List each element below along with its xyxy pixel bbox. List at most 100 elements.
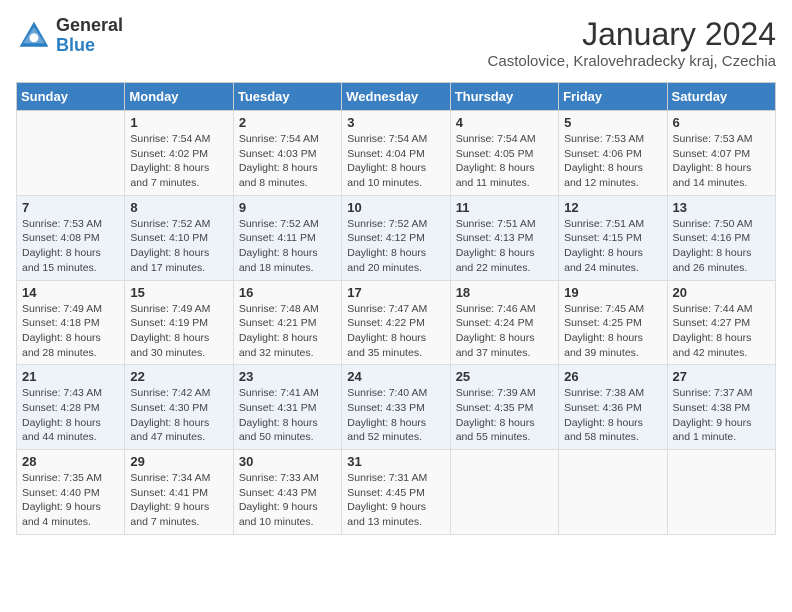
- day-info: Sunrise: 7:52 AM Sunset: 4:10 PM Dayligh…: [130, 217, 227, 276]
- day-number: 11: [456, 200, 553, 215]
- day-info: Sunrise: 7:49 AM Sunset: 4:18 PM Dayligh…: [22, 302, 119, 361]
- day-number: 5: [564, 115, 661, 130]
- weekday-header-monday: Monday: [125, 83, 233, 111]
- calendar-cell: 28 Sunrise: 7:35 AM Sunset: 4:40 PM Dayli…: [17, 450, 125, 535]
- day-info: Sunrise: 7:33 AM Sunset: 4:43 PM Dayligh…: [239, 471, 336, 530]
- day-number: 31: [347, 454, 444, 469]
- day-number: 2: [239, 115, 336, 130]
- logo-general: General: [56, 16, 123, 36]
- day-number: 21: [22, 369, 119, 384]
- calendar-cell: 6 Sunrise: 7:53 AM Sunset: 4:07 PM Daylig…: [667, 111, 775, 196]
- calendar-cell: 16 Sunrise: 7:48 AM Sunset: 4:21 PM Dayli…: [233, 280, 341, 365]
- calendar-cell: 2 Sunrise: 7:54 AM Sunset: 4:03 PM Daylig…: [233, 111, 341, 196]
- calendar-cell: 23 Sunrise: 7:41 AM Sunset: 4:31 PM Dayli…: [233, 365, 341, 450]
- day-number: 7: [22, 200, 119, 215]
- day-number: 27: [673, 369, 770, 384]
- day-number: 3: [347, 115, 444, 130]
- calendar-week-4: 21 Sunrise: 7:43 AM Sunset: 4:28 PM Dayli…: [17, 365, 776, 450]
- day-number: 6: [673, 115, 770, 130]
- day-info: Sunrise: 7:35 AM Sunset: 4:40 PM Dayligh…: [22, 471, 119, 530]
- weekday-header-tuesday: Tuesday: [233, 83, 341, 111]
- day-info: Sunrise: 7:52 AM Sunset: 4:12 PM Dayligh…: [347, 217, 444, 276]
- day-info: Sunrise: 7:54 AM Sunset: 4:02 PM Dayligh…: [130, 132, 227, 191]
- day-info: Sunrise: 7:31 AM Sunset: 4:45 PM Dayligh…: [347, 471, 444, 530]
- day-info: Sunrise: 7:44 AM Sunset: 4:27 PM Dayligh…: [673, 302, 770, 361]
- day-info: Sunrise: 7:39 AM Sunset: 4:35 PM Dayligh…: [456, 386, 553, 445]
- day-number: 10: [347, 200, 444, 215]
- day-number: 13: [673, 200, 770, 215]
- day-info: Sunrise: 7:43 AM Sunset: 4:28 PM Dayligh…: [22, 386, 119, 445]
- day-info: Sunrise: 7:54 AM Sunset: 4:05 PM Dayligh…: [456, 132, 553, 191]
- weekday-header-row: SundayMondayTuesdayWednesdayThursdayFrid…: [17, 83, 776, 111]
- weekday-header-thursday: Thursday: [450, 83, 558, 111]
- calendar-week-3: 14 Sunrise: 7:49 AM Sunset: 4:18 PM Dayli…: [17, 280, 776, 365]
- day-info: Sunrise: 7:51 AM Sunset: 4:15 PM Dayligh…: [564, 217, 661, 276]
- day-info: Sunrise: 7:47 AM Sunset: 4:22 PM Dayligh…: [347, 302, 444, 361]
- day-number: 20: [673, 285, 770, 300]
- day-info: Sunrise: 7:42 AM Sunset: 4:30 PM Dayligh…: [130, 386, 227, 445]
- calendar-week-2: 7Sunrise: 7:53 AM Sunset: 4:08 PM Daylig…: [17, 195, 776, 280]
- day-number: 19: [564, 285, 661, 300]
- calendar-cell: 14 Sunrise: 7:49 AM Sunset: 4:18 PM Dayli…: [17, 280, 125, 365]
- calendar-cell: 1 Sunrise: 7:54 AM Sunset: 4:02 PM Daylig…: [125, 111, 233, 196]
- calendar-cell: 18 Sunrise: 7:46 AM Sunset: 4:24 PM Dayli…: [450, 280, 558, 365]
- day-number: 12: [564, 200, 661, 215]
- day-number: 18: [456, 285, 553, 300]
- day-number: 16: [239, 285, 336, 300]
- day-info: Sunrise: 7:40 AM Sunset: 4:33 PM Dayligh…: [347, 386, 444, 445]
- day-number: 4: [456, 115, 553, 130]
- calendar-cell: 24 Sunrise: 7:40 AM Sunset: 4:33 PM Dayli…: [342, 365, 450, 450]
- calendar-week-1: 1 Sunrise: 7:54 AM Sunset: 4:02 PM Daylig…: [17, 111, 776, 196]
- day-number: 25: [456, 369, 553, 384]
- calendar-week-5: 28 Sunrise: 7:35 AM Sunset: 4:40 PM Dayli…: [17, 450, 776, 535]
- calendar-cell: 4 Sunrise: 7:54 AM Sunset: 4:05 PM Daylig…: [450, 111, 558, 196]
- day-info: Sunrise: 7:52 AM Sunset: 4:11 PM Dayligh…: [239, 217, 336, 276]
- calendar-cell: 22Sunrise: 7:42 AM Sunset: 4:30 PM Dayli…: [125, 365, 233, 450]
- weekday-header-wednesday: Wednesday: [342, 83, 450, 111]
- location: Castolovice, Kralovehradecky kraj, Czech…: [488, 53, 776, 70]
- day-info: Sunrise: 7:48 AM Sunset: 4:21 PM Dayligh…: [239, 302, 336, 361]
- day-number: 9: [239, 200, 336, 215]
- day-number: 8: [130, 200, 227, 215]
- logo-blue: Blue: [56, 36, 123, 56]
- weekday-header-friday: Friday: [559, 83, 667, 111]
- calendar-cell: 5 Sunrise: 7:53 AM Sunset: 4:06 PM Daylig…: [559, 111, 667, 196]
- calendar-cell: [450, 450, 558, 535]
- logo-icon: [16, 18, 52, 54]
- day-number: 14: [22, 285, 119, 300]
- calendar-cell: 17Sunrise: 7:47 AM Sunset: 4:22 PM Dayli…: [342, 280, 450, 365]
- calendar-cell: [559, 450, 667, 535]
- day-info: Sunrise: 7:34 AM Sunset: 4:41 PM Dayligh…: [130, 471, 227, 530]
- day-info: Sunrise: 7:37 AM Sunset: 4:38 PM Dayligh…: [673, 386, 770, 445]
- day-info: Sunrise: 7:41 AM Sunset: 4:31 PM Dayligh…: [239, 386, 336, 445]
- calendar-cell: 30 Sunrise: 7:33 AM Sunset: 4:43 PM Dayli…: [233, 450, 341, 535]
- page-header: General Blue January 2024 Castolovice, K…: [16, 16, 776, 70]
- month-year: January 2024: [488, 16, 776, 53]
- day-info: Sunrise: 7:49 AM Sunset: 4:19 PM Dayligh…: [130, 302, 227, 361]
- day-number: 28: [22, 454, 119, 469]
- calendar-cell: [17, 111, 125, 196]
- day-info: Sunrise: 7:53 AM Sunset: 4:07 PM Dayligh…: [673, 132, 770, 191]
- calendar-cell: 8 Sunrise: 7:52 AM Sunset: 4:10 PM Daylig…: [125, 195, 233, 280]
- calendar-cell: 11Sunrise: 7:51 AM Sunset: 4:13 PM Dayli…: [450, 195, 558, 280]
- day-info: Sunrise: 7:54 AM Sunset: 4:03 PM Dayligh…: [239, 132, 336, 191]
- calendar-cell: 10 Sunrise: 7:52 AM Sunset: 4:12 PM Dayli…: [342, 195, 450, 280]
- weekday-header-sunday: Sunday: [17, 83, 125, 111]
- calendar-cell: 13Sunrise: 7:50 AM Sunset: 4:16 PM Dayli…: [667, 195, 775, 280]
- calendar-cell: 20 Sunrise: 7:44 AM Sunset: 4:27 PM Dayli…: [667, 280, 775, 365]
- day-number: 1: [130, 115, 227, 130]
- day-number: 29: [130, 454, 227, 469]
- calendar-header: SundayMondayTuesdayWednesdayThursdayFrid…: [17, 83, 776, 111]
- day-number: 23: [239, 369, 336, 384]
- day-number: 24: [347, 369, 444, 384]
- day-info: Sunrise: 7:53 AM Sunset: 4:06 PM Dayligh…: [564, 132, 661, 191]
- title-block: January 2024 Castolovice, Kralovehradeck…: [488, 16, 776, 70]
- calendar-cell: 9 Sunrise: 7:52 AM Sunset: 4:11 PM Daylig…: [233, 195, 341, 280]
- calendar-cell: 29 Sunrise: 7:34 AM Sunset: 4:41 PM Dayli…: [125, 450, 233, 535]
- day-number: 30: [239, 454, 336, 469]
- weekday-header-saturday: Saturday: [667, 83, 775, 111]
- calendar-cell: 31 Sunrise: 7:31 AM Sunset: 4:45 PM Dayli…: [342, 450, 450, 535]
- calendar-cell: 25 Sunrise: 7:39 AM Sunset: 4:35 PM Dayli…: [450, 365, 558, 450]
- calendar-cell: [667, 450, 775, 535]
- day-info: Sunrise: 7:46 AM Sunset: 4:24 PM Dayligh…: [456, 302, 553, 361]
